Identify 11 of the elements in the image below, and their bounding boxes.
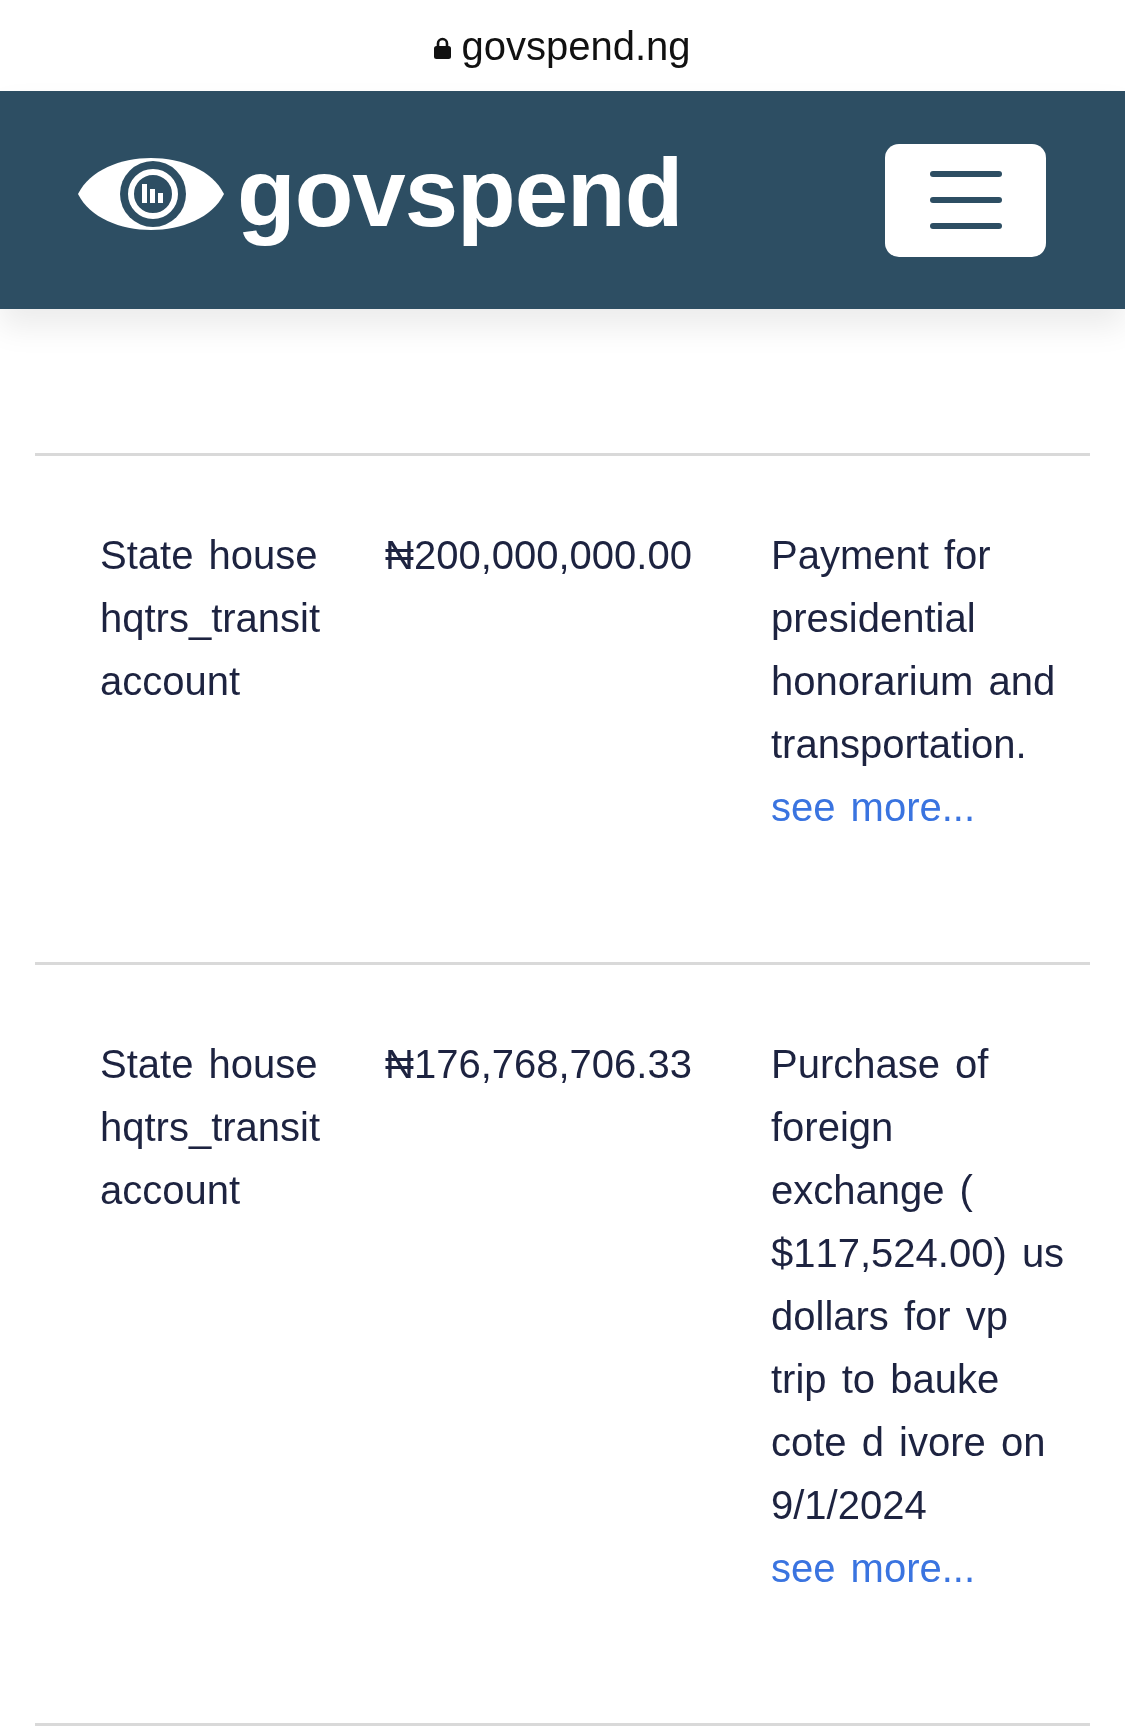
account-text: State house hqtrs_transit account: [100, 532, 322, 705]
amount-text: ₦200,000,000.00: [385, 532, 693, 579]
menu-icon[interactable]: [929, 171, 1002, 229]
url-text: govspend.ng: [461, 22, 691, 70]
see-more-link[interactable]: see more...: [771, 1546, 976, 1590]
menu-button[interactable]: [885, 143, 1046, 257]
amount-text: ₦176,768,706.33: [385, 1041, 693, 1088]
account-text: State house hqtrs_transit account: [100, 1041, 322, 1214]
description-text: Payment for presidential honorarium and transportation. see more...: [771, 532, 1057, 831]
see-more-link[interactable]: see more...: [771, 785, 976, 829]
description-text: Purchase of foreign exchange ( $117,524.00) us dollars for vp trip to bauke cote d ivore on 9/1/2024 see more...: [771, 1041, 1066, 1592]
